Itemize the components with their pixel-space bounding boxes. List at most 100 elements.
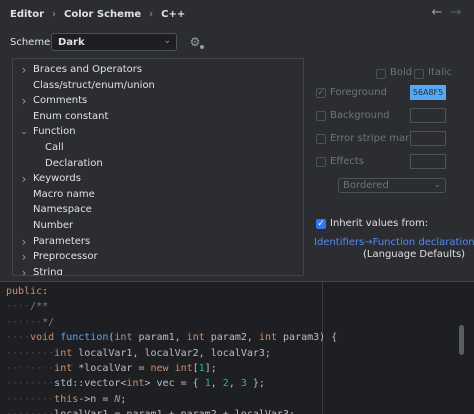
code-token: void — [30, 332, 61, 344]
breadcrumb-separator: › — [149, 8, 154, 20]
tree-item-label: String — [33, 266, 63, 276]
tree-item-label: Macro name — [33, 188, 95, 200]
code-token: param2, — [210, 332, 259, 344]
scheme-label: Scheme: — [10, 37, 54, 48]
gear-menu-dot — [200, 45, 204, 49]
italic-label: Italic — [428, 67, 453, 78]
code-token: function — [60, 332, 109, 344]
attribute-tree[interactable]: › Braces and Operators Class/struct/enum/u… — [12, 58, 304, 276]
code-token: , — [210, 378, 223, 390]
inherit-label: Inherit values from: — [330, 218, 429, 229]
breadcrumb: Editor › Color Scheme › C++ — [10, 7, 185, 21]
tree-item[interactable]: Namespace — [13, 202, 303, 218]
code-token: : — [42, 286, 49, 297]
tree-item-label: Namespace — [33, 204, 92, 216]
code-token: ······ — [6, 316, 43, 328]
foreground-checkbox[interactable]: ✓ — [316, 88, 326, 98]
tree-item-label: Braces and Operators — [33, 64, 143, 75]
scheme-dropdown[interactable]: Dark ⌄ — [51, 33, 177, 51]
code-line: public: — [6, 284, 48, 299]
code-token: public — [6, 286, 43, 297]
chevron-right-icon[interactable]: › — [19, 62, 29, 78]
tree-item[interactable]: › Braces and Operators — [13, 62, 303, 78]
effects-style-dropdown[interactable]: Bordered ⌄ — [338, 178, 446, 193]
code-token: param3) { — [283, 332, 338, 344]
bold-checkbox[interactable] — [376, 69, 386, 79]
background-checkbox[interactable] — [316, 111, 326, 121]
chevron-down-icon: ⌄ — [433, 180, 441, 190]
chevron-right-icon[interactable]: › — [19, 93, 29, 109]
code-token: int — [114, 332, 139, 344]
tree-item[interactable]: ⌄ Function — [13, 124, 303, 140]
code-token: ········ — [6, 378, 55, 390]
chevron-right-icon[interactable]: › — [19, 234, 29, 250]
code-token: int — [126, 378, 145, 390]
effects-style-value: Bordered — [343, 180, 389, 191]
tree-item[interactable]: › Preprocessor — [13, 249, 303, 265]
code-token: /** — [30, 301, 49, 313]
breadcrumb-editor[interactable]: Editor — [10, 9, 44, 20]
chevron-down-icon[interactable]: ⌄ — [19, 124, 29, 140]
tree-item-label: Declaration — [45, 157, 103, 169]
background-swatch[interactable] — [410, 108, 446, 123]
code-preview[interactable]: public: ····/** ······*/····void function(… — [0, 281, 474, 414]
code-token: > vec = { — [144, 378, 205, 390]
tree-item-label: Preprocessor — [33, 251, 98, 263]
chevron-right-icon[interactable]: › — [19, 265, 29, 275]
code-token: ···· — [6, 332, 31, 344]
code-line: ········int localVar1, localVar2, localV… — [6, 346, 271, 361]
effects-checkbox[interactable] — [316, 157, 326, 167]
code-token: int — [258, 332, 284, 344]
code-token: new int — [150, 363, 193, 374]
arrow-right-icon[interactable]: → — [449, 5, 463, 21]
italic-checkbox[interactable] — [414, 69, 424, 79]
tree-item[interactable]: Declaration — [13, 156, 303, 172]
arrow-left-icon[interactable]: ← — [430, 5, 444, 21]
code-token: std::vector< — [54, 378, 127, 390]
code-token: ; — [120, 393, 127, 405]
tree-item[interactable]: › Comments — [13, 93, 303, 109]
code-token: ]; — [204, 363, 217, 374]
tree-item-label: Keywords — [33, 173, 81, 185]
foreground-swatch[interactable]: 56A8F5 — [410, 85, 446, 100]
tree-item-label: Number — [33, 220, 74, 231]
code-token: ········ — [6, 347, 55, 359]
chevron-right-icon[interactable]: › — [19, 171, 29, 187]
code-line: ········std::vector<int> vec = { 1, 2, 3… — [6, 376, 265, 391]
code-token: param1, — [138, 332, 187, 344]
code-token: */ — [42, 316, 55, 328]
tree-item[interactable]: Class/struct/enum/union — [13, 78, 303, 94]
code-line: ····void function(int param1, int param2… — [6, 330, 337, 345]
tree-item[interactable]: Call — [13, 140, 303, 156]
gear-icon[interactable]: ⚙ — [188, 35, 204, 49]
tree-item[interactable]: › String — [13, 265, 303, 276]
tree-item[interactable]: Enum constant — [13, 109, 303, 125]
inherit-checkbox[interactable]: ✓ — [316, 219, 326, 229]
tree-item-label: Parameters — [33, 235, 91, 247]
effects-swatch[interactable] — [410, 154, 446, 169]
effects-label: Effects — [330, 156, 364, 167]
vertical-scrollbar[interactable] — [459, 325, 464, 355]
code-token: localVar1 = param1 + param2 + localVar3; — [54, 409, 295, 414]
tree-item[interactable]: › Keywords — [13, 171, 303, 187]
foreground-label: Foreground — [330, 87, 387, 98]
inherit-link[interactable]: Identifiers→Function declaration — [314, 237, 474, 248]
code-token: int — [54, 347, 79, 359]
right-margin-guide — [322, 282, 323, 414]
code-token: *localVar = — [78, 363, 151, 374]
tree-item-label: Enum constant — [33, 110, 109, 122]
scheme-value: Dark — [58, 37, 85, 48]
chevron-right-icon[interactable]: › — [19, 249, 29, 265]
breadcrumb-color-scheme[interactable]: Color Scheme — [64, 9, 141, 20]
error-stripe-label: Error stripe mark — [330, 133, 416, 144]
tree-item[interactable]: Number — [13, 218, 303, 234]
inherit-scheme: (Language Defaults) — [363, 249, 466, 260]
code-line: ····/** — [6, 299, 48, 314]
code-token: ···· — [6, 301, 31, 313]
tree-item[interactable]: Macro name — [13, 187, 303, 203]
code-line: ········this->n = N; — [6, 392, 126, 407]
tree-item[interactable]: › Parameters — [13, 234, 303, 250]
error-stripe-swatch[interactable] — [410, 131, 446, 146]
error-stripe-checkbox[interactable] — [316, 134, 326, 144]
code-token: ········ — [6, 393, 55, 405]
